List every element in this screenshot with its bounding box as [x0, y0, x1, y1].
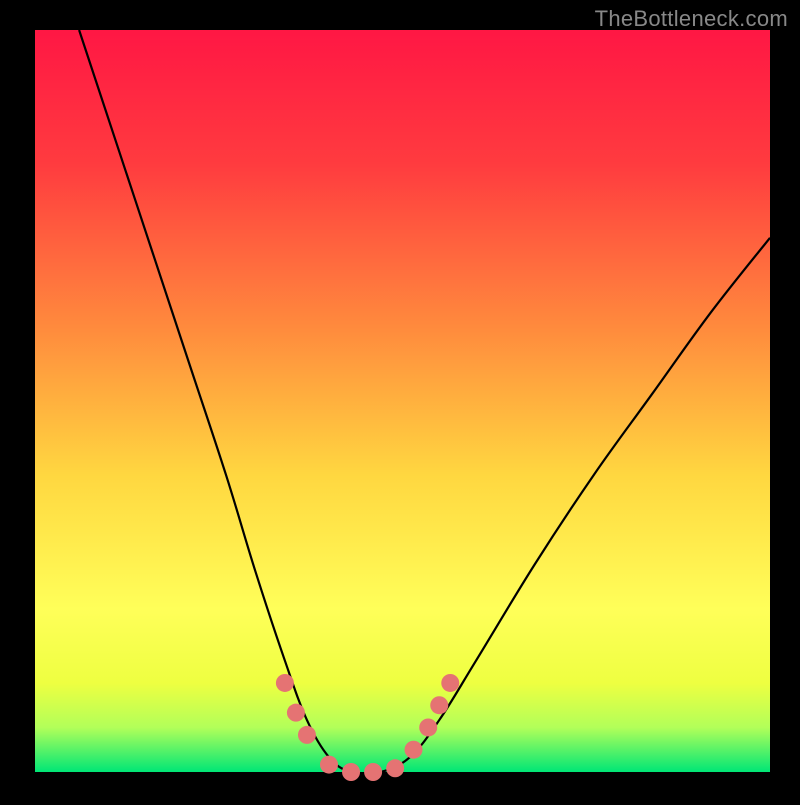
data-marker — [386, 759, 404, 777]
data-marker — [320, 756, 338, 774]
bottleneck-chart — [0, 0, 800, 800]
data-marker — [342, 763, 360, 781]
data-marker — [276, 674, 294, 692]
data-marker — [441, 674, 459, 692]
watermark-text: TheBottleneck.com — [595, 6, 788, 32]
gradient-background — [35, 30, 770, 772]
chart-container: TheBottleneck.com — [0, 0, 800, 800]
data-marker — [298, 726, 316, 744]
data-marker — [430, 696, 448, 714]
data-marker — [419, 718, 437, 736]
data-marker — [287, 704, 305, 722]
data-marker — [405, 741, 423, 759]
data-marker — [364, 763, 382, 781]
